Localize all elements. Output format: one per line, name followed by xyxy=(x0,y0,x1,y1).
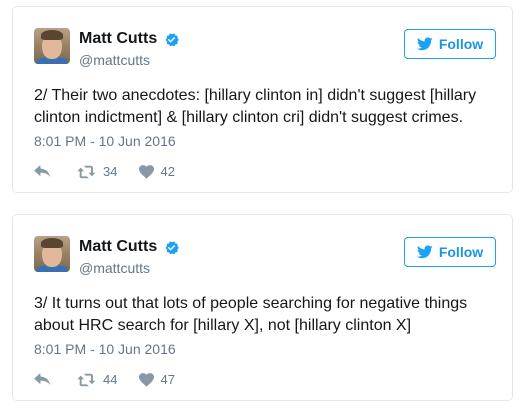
author-handle[interactable]: @mattcutts xyxy=(79,260,150,276)
tweet-timestamp[interactable]: 8:01 PM - 10 Jun 2016 xyxy=(34,341,176,357)
like-count: 42 xyxy=(160,164,175,179)
author-name[interactable]: Matt Cutts xyxy=(79,238,157,256)
retweet-button[interactable]: 34 xyxy=(77,164,117,179)
reply-icon xyxy=(34,372,51,385)
follow-label: Follow xyxy=(438,244,484,260)
follow-button[interactable]: Follow xyxy=(404,29,496,59)
like-count: 47 xyxy=(160,372,175,387)
author-name[interactable]: Matt Cutts xyxy=(79,30,157,48)
tweet-card: Matt Cutts @mattcutts Follow 3/ It turns… xyxy=(12,214,513,401)
heart-icon xyxy=(139,372,155,387)
follow-label: Follow xyxy=(438,36,484,52)
reply-button[interactable] xyxy=(34,164,51,179)
tweet-actions: 44 47 xyxy=(34,372,175,387)
reply-button[interactable] xyxy=(34,372,51,387)
tweet-text: 3/ It turns out that lots of people sear… xyxy=(34,295,468,334)
tweet-text: 2/ Their two anecdotes: [hillary clinton… xyxy=(34,87,477,126)
retweet-count: 34 xyxy=(103,164,118,179)
retweet-count: 44 xyxy=(103,372,118,387)
heart-icon xyxy=(139,164,155,179)
twitter-bird-icon xyxy=(416,245,433,259)
author-name-row[interactable]: Matt Cutts xyxy=(79,238,180,256)
like-button[interactable]: 42 xyxy=(139,164,175,179)
author-name-row[interactable]: Matt Cutts xyxy=(79,30,180,48)
tweet-card: Matt Cutts @mattcutts Follow 2/ Their tw… xyxy=(12,6,513,193)
retweet-icon xyxy=(77,373,96,386)
retweet-button[interactable]: 44 xyxy=(77,372,117,387)
retweet-icon xyxy=(77,165,96,178)
author-handle[interactable]: @mattcutts xyxy=(79,52,150,68)
verified-icon xyxy=(165,240,180,254)
twitter-bird-icon xyxy=(416,37,433,51)
avatar[interactable] xyxy=(34,28,70,64)
like-button[interactable]: 47 xyxy=(139,372,175,387)
avatar[interactable] xyxy=(34,236,70,272)
tweet-actions: 34 42 xyxy=(34,164,175,179)
follow-button[interactable]: Follow xyxy=(404,237,496,267)
tweet-timestamp[interactable]: 8:01 PM - 10 Jun 2016 xyxy=(34,133,176,149)
verified-icon xyxy=(165,32,180,46)
reply-icon xyxy=(34,164,51,177)
